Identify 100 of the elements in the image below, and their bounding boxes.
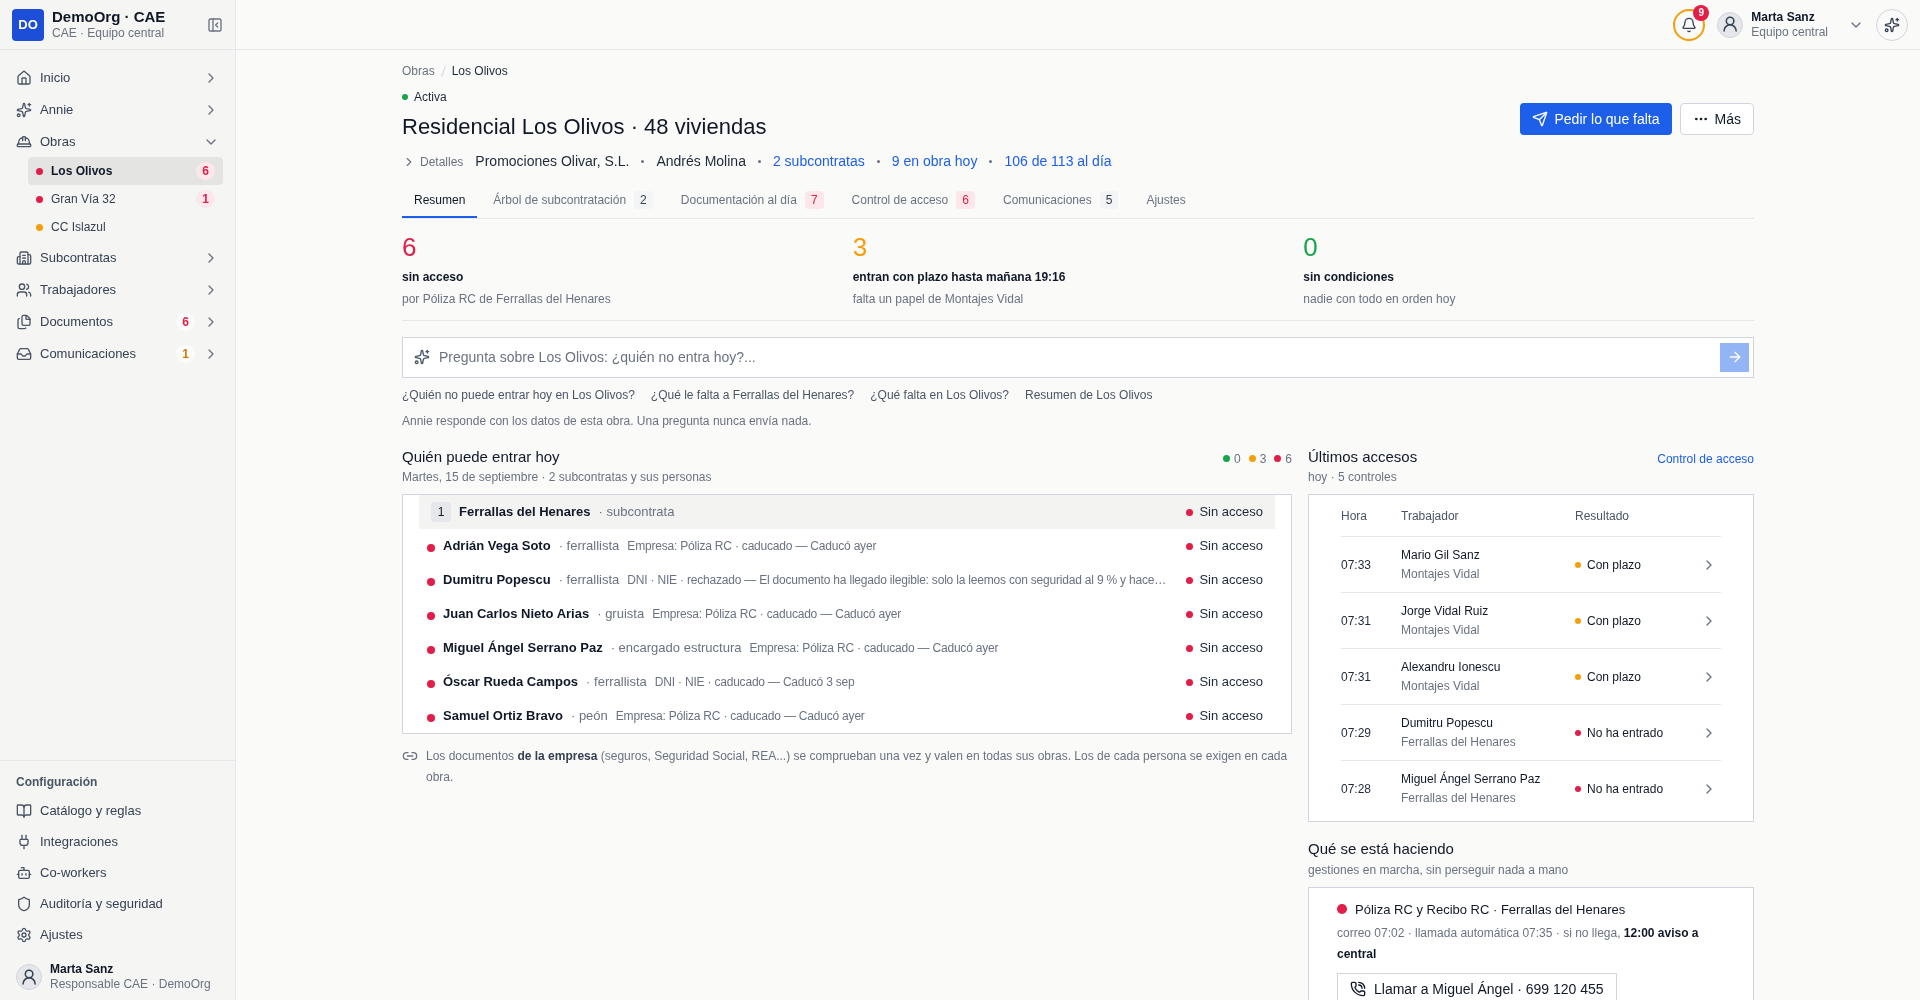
page-title: Residencial Los Olivos · 48 viviendas	[402, 113, 767, 141]
access-time: 07:29	[1341, 724, 1373, 742]
nav-item[interactable]: Obras	[12, 126, 223, 157]
stat-value: 0	[1303, 231, 1319, 264]
company-name: Montajes Vidal	[1401, 677, 1481, 695]
project-label: Gran Vía 32	[51, 191, 117, 208]
breadcrumb-item[interactable]: Obras	[402, 62, 435, 80]
section-heading: Configuración	[15, 774, 99, 791]
org-logo: DO	[12, 8, 44, 41]
access-row[interactable]: 07:31 Alexandru Ionescu Montajes Vidal Con plazo	[1341, 649, 1721, 705]
worker-row[interactable]: Óscar Rueda Campos · ferrallista DNI · NIE · caducado — Caducó 3 sep Sin acceso	[419, 665, 1275, 699]
access-result: Con plazo	[1587, 668, 1642, 686]
company-name: Montajes Vidal	[1401, 565, 1481, 583]
worker-row[interactable]: Miguel Ángel Serrano Paz · encargado estructura Empresa: Póliza RC · caducado — Caducó ayer Sin acceso	[419, 631, 1275, 665]
tab[interactable]: Documentación al día 7	[668, 184, 836, 218]
worker-row[interactable]: Samuel Ortiz Bravo · peón Empresa: Póliza RC · caducado — Caducó ayer Sin acceso	[419, 699, 1275, 733]
access-row[interactable]: 07:28 Miguel Ángel Serrano Paz Ferrallas del Henares No ha entrado	[1341, 761, 1721, 817]
stat-label: sin acceso	[402, 268, 465, 286]
inbox-icon	[16, 345, 32, 362]
nav-item[interactable]: Comunicaciones 1	[12, 338, 223, 369]
nav-item[interactable]: Documentos 6	[12, 306, 223, 337]
worker-name: Juan Carlos Nieto Arias	[443, 605, 590, 624]
stat-detail: por Póliza RC de Ferrallas del Henares	[402, 290, 612, 308]
access-row[interactable]: 07:31 Jorge Vidal Ruiz Montajes Vidal Con plazo	[1341, 593, 1721, 649]
plug-icon	[16, 833, 32, 850]
access-result: Con plazo	[1587, 556, 1642, 574]
fact-link[interactable]: 9 en obra hoy	[891, 151, 978, 172]
details-toggle[interactable]: Detalles	[402, 152, 464, 171]
nav-item[interactable]: Trabajadores	[12, 274, 223, 305]
worker-name: Dumitru Popescu	[1401, 714, 1495, 732]
notifications-button[interactable]: 9	[1673, 8, 1706, 41]
collapse-sidebar-icon[interactable]	[207, 16, 223, 33]
nav-label: Inicio	[40, 68, 72, 87]
user-menu[interactable]: Marta Sanz Equipo central	[1717, 9, 1864, 40]
tab-count: 2	[634, 191, 653, 209]
worker-row[interactable]: Dumitru Popescu · ferrallista DNI · NIE · rechazado — El documento ha llegado ilegible: solo la leemos con seguridad al 9 % y hace… Sin acceso	[419, 563, 1275, 597]
nav-item[interactable]: Annie	[12, 94, 223, 125]
status-label: Sin acceso	[1199, 639, 1263, 658]
request-button[interactable]: Pedir lo que falta	[1520, 103, 1672, 135]
tab[interactable]: Control de acceso 6	[839, 184, 987, 218]
home-icon	[16, 69, 32, 86]
book-icon	[16, 802, 32, 819]
company-name: Montajes Vidal	[1401, 621, 1481, 639]
worker-role: · ferrallista	[586, 673, 647, 692]
tab[interactable]: Comunicaciones 5	[991, 184, 1131, 218]
tab[interactable]: Árbol de subcontratación 2	[481, 184, 665, 218]
robot-icon	[16, 864, 32, 881]
nav-item[interactable]: Co-workers	[12, 857, 223, 888]
worker-name: Dumitru Popescu	[443, 571, 551, 590]
count-badge: 6	[176, 312, 195, 331]
project-label: Los Olivos	[51, 163, 114, 180]
fact-link[interactable]: 2 subcontratas	[772, 151, 865, 172]
nav-label: Subcontratas	[40, 248, 118, 267]
access-control-link[interactable]: Control de acceso	[1657, 449, 1754, 468]
stat-value: 3	[852, 231, 869, 264]
count-badge: 6	[196, 162, 215, 180]
status-label: Sin acceso	[1199, 673, 1263, 692]
tab[interactable]: Resumen	[402, 184, 478, 218]
nav-item[interactable]: Subcontratas	[12, 242, 223, 273]
avatar	[16, 964, 42, 990]
column-header: Resultado	[1575, 507, 1631, 525]
fact-link[interactable]: 106 de 113 al día	[1004, 151, 1112, 172]
section-title: Últimos accesos	[1308, 446, 1418, 467]
task-title: Póliza RC y Recibo RC · Ferrallas del Henares	[1355, 900, 1626, 919]
suggestion-link[interactable]: ¿Quién no puede entrar hoy en Los Olivos?	[402, 385, 635, 404]
sparkle-icon	[16, 101, 32, 118]
company-name: Ferrallas del Henares	[1401, 790, 1517, 807]
nav-item[interactable]: Auditoría y seguridad	[12, 888, 223, 919]
question-field[interactable]: Pregunta sobre Los Olivos: ¿quién no entra hoy?...	[402, 336, 1754, 378]
footnote: Los documentos de la empresa (seguros, Seguridad Social, REA...) se comprueban una vez y valen en todas sus obras. Los de cada persona se exigen en cada obra.	[426, 748, 1289, 786]
status-label: Sin acceso	[1199, 571, 1263, 590]
project-item[interactable]: Los Olivos 6	[28, 157, 223, 185]
worker-name: Samuel Ortiz Bravo	[443, 707, 563, 726]
nav-item[interactable]: Ajustes	[12, 919, 223, 950]
nav-item[interactable]: Catálogo y reglas	[12, 795, 223, 826]
worker-row[interactable]: Adrián Vega Soto · ferrallista Empresa: Póliza RC · caducado — Caducó ayer Sin acceso	[419, 529, 1275, 563]
worker-name: Miguel Ángel Serrano Paz	[443, 639, 603, 658]
tab-count: 5	[1099, 191, 1119, 209]
nav-label: Co-workers	[40, 863, 107, 882]
suggestion-link[interactable]: ¿Qué falta en Los Olivos?	[870, 385, 1009, 404]
avatar	[1717, 11, 1744, 38]
tab[interactable]: Ajustes	[1134, 184, 1198, 218]
project-item[interactable]: CC Islazul	[28, 213, 223, 241]
worker-row[interactable]: Juan Carlos Nieto Arias · gruista Empresa: Póliza RC · caducado — Caducó ayer Sin acceso	[419, 597, 1275, 631]
more-button[interactable]: Más	[1679, 103, 1754, 135]
company-row[interactable]: 1 Ferrallas del Henares · subcontrata Sin acceso	[419, 495, 1275, 529]
document-issue: Empresa: Póliza RC · caducado — Caducó ayer	[652, 606, 902, 623]
suggestion-link[interactable]: Resumen de Los Olivos	[1025, 385, 1153, 404]
worker-name: Alexandru Ionescu	[1401, 658, 1502, 676]
suggestion-link[interactable]: ¿Qué le falta a Ferrallas del Henares?	[650, 385, 855, 404]
access-row[interactable]: 07:33 Mario Gil Sanz Montajes Vidal Con plazo	[1341, 537, 1721, 593]
nav-item[interactable]: Integraciones	[12, 826, 223, 857]
stat-value: 6	[402, 231, 418, 264]
fact-text: Andrés Molina	[656, 152, 746, 171]
nav-item[interactable]: Inicio	[12, 62, 223, 93]
access-row[interactable]: 07:29 Dumitru Popescu Ferrallas del Henares No ha entrado	[1341, 705, 1721, 761]
call-button[interactable]: Llamar a Miguel Ángel · 699 120 455	[1337, 973, 1617, 1000]
submit-button[interactable]	[1720, 342, 1749, 372]
document-issue: Empresa: Póliza RC · caducado — Caducó ayer	[749, 640, 1000, 657]
project-item[interactable]: Gran Vía 32 1	[28, 185, 223, 213]
